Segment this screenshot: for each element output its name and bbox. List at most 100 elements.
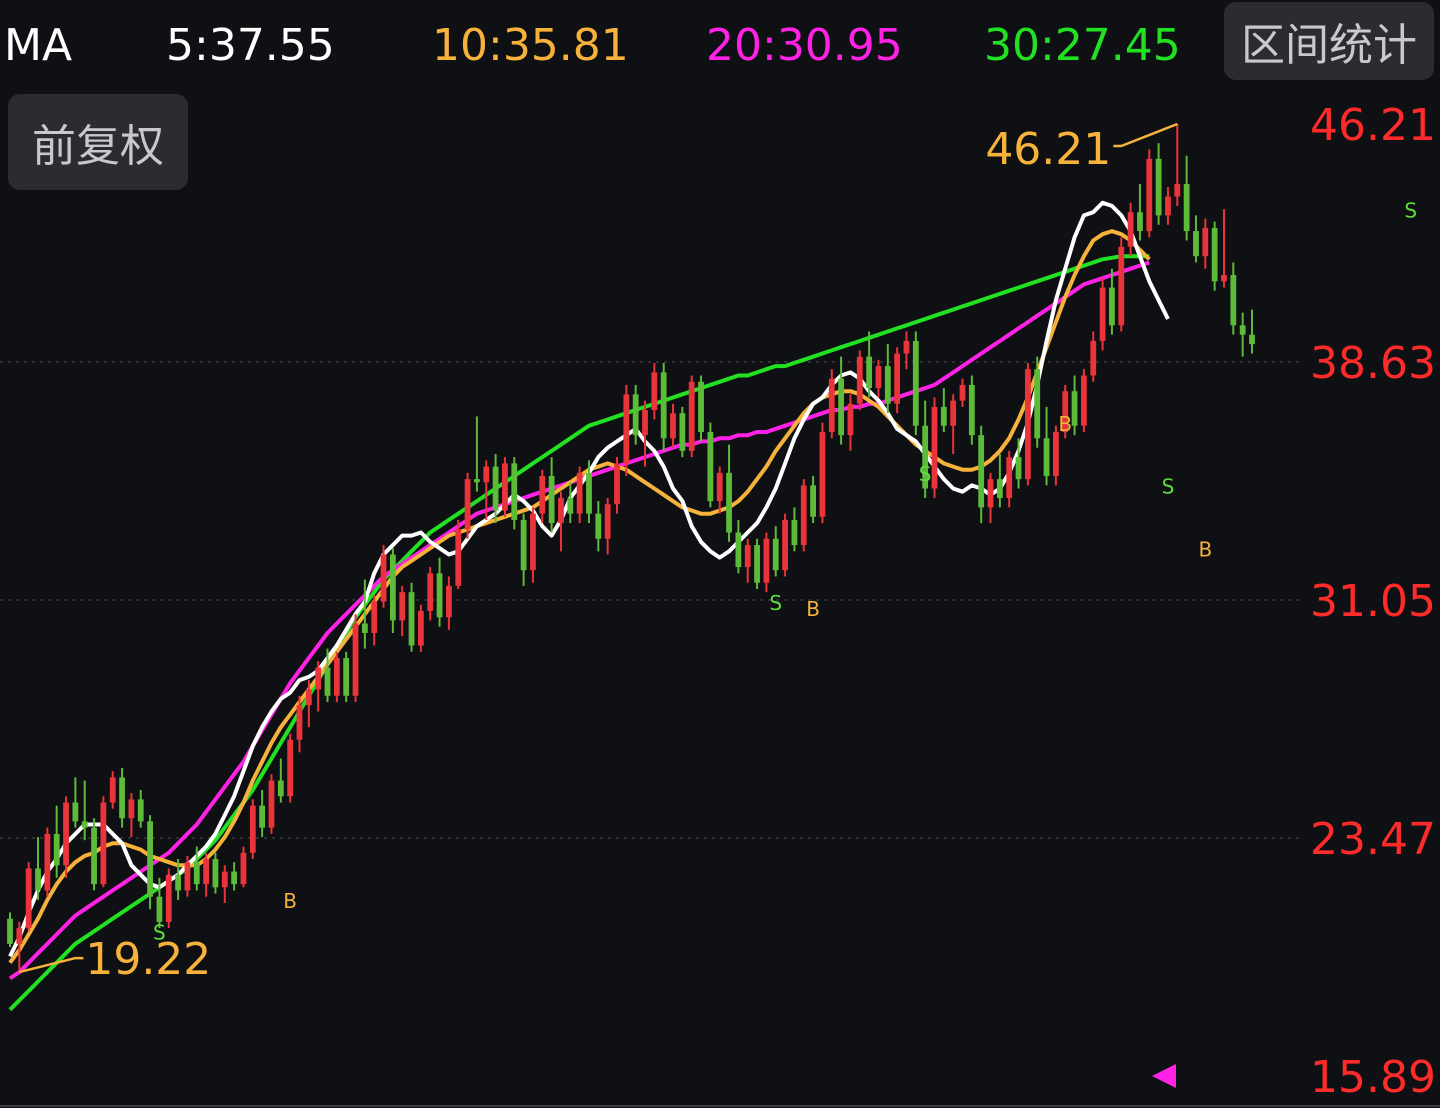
candle xyxy=(1006,450,1013,508)
scroll-marker-icon[interactable] xyxy=(1152,1064,1176,1088)
candle-body xyxy=(968,384,975,436)
candle xyxy=(539,469,546,524)
candle-body xyxy=(782,519,788,571)
candle-body xyxy=(558,497,564,524)
candle-body xyxy=(408,592,415,646)
candle xyxy=(632,384,639,445)
candle xyxy=(389,548,396,633)
candle xyxy=(1118,237,1125,332)
candle xyxy=(576,466,583,524)
candle xyxy=(810,475,816,524)
candle-body xyxy=(1249,334,1255,345)
candle-body xyxy=(212,859,219,888)
candle-body xyxy=(427,573,434,611)
candle xyxy=(231,862,238,891)
candle-body xyxy=(324,667,331,696)
candle-body xyxy=(464,479,471,530)
candle xyxy=(698,375,704,442)
candle-body xyxy=(931,406,938,489)
sell-signal: S xyxy=(919,462,932,486)
candle xyxy=(1090,331,1097,382)
sell-signal: S xyxy=(1162,475,1175,499)
candle xyxy=(277,758,284,803)
candle-body xyxy=(1034,369,1041,439)
range-stat-button[interactable]: 区间统计 xyxy=(1224,2,1434,80)
candle xyxy=(754,538,760,590)
candle xyxy=(44,827,51,897)
candlestick-chart[interactable]: SBS BSBSBS 46.21 19.22 46.2138.6331.0523.… xyxy=(0,0,1440,1108)
candle-body xyxy=(866,356,873,389)
candle xyxy=(828,369,835,439)
candle-body xyxy=(296,705,303,740)
candle xyxy=(408,582,415,652)
candle-body xyxy=(576,472,583,514)
candle xyxy=(455,519,462,590)
candle-body xyxy=(380,554,387,602)
candle xyxy=(996,453,1003,508)
candle-body xyxy=(763,538,770,583)
candle-body xyxy=(511,463,518,520)
candle-body xyxy=(1071,391,1078,426)
adjust-mode-button[interactable]: 前复权 xyxy=(8,94,188,190)
candle xyxy=(1230,262,1237,335)
candle-body xyxy=(1239,325,1246,335)
candle xyxy=(791,507,798,552)
candle xyxy=(548,457,555,533)
candle xyxy=(1043,406,1050,486)
candle-body xyxy=(165,874,172,922)
candle xyxy=(1024,362,1031,486)
candle xyxy=(707,422,714,508)
candle-body xyxy=(1015,457,1022,480)
y-tick-label: 23.47 xyxy=(1310,814,1436,865)
indicator-label[interactable]: MA xyxy=(4,18,72,74)
candle-body xyxy=(268,780,275,828)
candle xyxy=(1109,268,1115,335)
candle-body xyxy=(847,403,854,436)
candle-body xyxy=(1174,183,1181,197)
grid-lines xyxy=(0,361,1300,839)
candle-body xyxy=(1193,231,1199,257)
candle-body xyxy=(894,353,901,404)
candle xyxy=(1081,369,1087,433)
candle-body xyxy=(184,862,191,891)
candle xyxy=(772,526,779,577)
y-tick-label: 15.89 xyxy=(1310,1052,1436,1103)
candle-body xyxy=(679,413,686,451)
candle-body xyxy=(352,623,359,696)
candle-body xyxy=(987,479,994,508)
candle xyxy=(259,789,266,838)
candle xyxy=(417,604,424,652)
candle-body xyxy=(940,406,947,426)
candle xyxy=(91,818,97,891)
candle-body xyxy=(791,519,798,546)
candle xyxy=(1034,356,1041,448)
candle xyxy=(968,375,975,445)
candle xyxy=(604,497,611,555)
candles xyxy=(7,124,1255,973)
candle xyxy=(903,331,910,370)
candle-body xyxy=(670,413,676,439)
candle xyxy=(1137,183,1143,241)
candle-body xyxy=(203,859,210,885)
candle-body xyxy=(175,874,181,891)
candle-body xyxy=(903,340,910,354)
candle-body xyxy=(838,378,845,436)
ma5-value: 5:37.55 xyxy=(166,20,335,71)
candle xyxy=(875,359,882,398)
candle-body xyxy=(389,554,396,621)
candle xyxy=(1249,309,1255,354)
candle-body xyxy=(688,381,695,451)
candle-body xyxy=(483,466,490,483)
candle xyxy=(959,378,966,407)
candle-body xyxy=(371,601,378,633)
candle xyxy=(894,347,901,414)
candle xyxy=(1071,375,1078,436)
candle xyxy=(474,416,480,492)
candle xyxy=(128,793,135,838)
candle xyxy=(735,519,742,574)
candle xyxy=(530,507,536,583)
candle-body xyxy=(109,777,116,803)
candle xyxy=(333,651,340,703)
candle xyxy=(352,614,359,703)
candle xyxy=(371,595,378,646)
